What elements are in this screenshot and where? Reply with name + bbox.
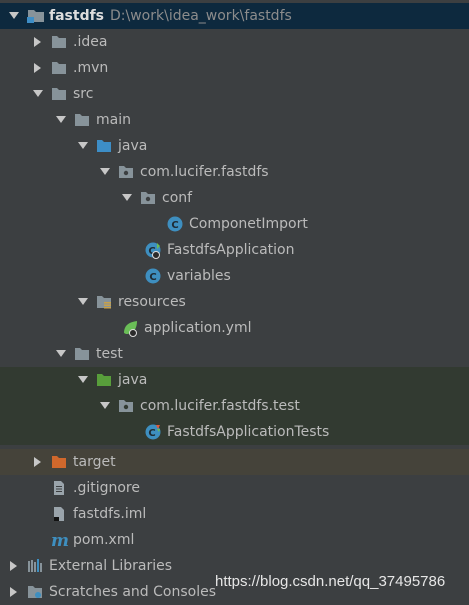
tree-label-fastdfs-application-tests: FastdfsApplicationTests <box>167 424 330 440</box>
tree-node-src[interactable]: src <box>0 81 469 107</box>
tree-label-resources: resources <box>118 294 186 310</box>
tree-node-pom-xml[interactable]: m pom.xml <box>0 527 469 553</box>
svg-text:C: C <box>148 428 155 439</box>
resources-folder-icon <box>96 294 112 310</box>
chevron-down-icon[interactable] <box>56 115 66 125</box>
source-folder-icon <box>96 138 112 154</box>
test-source-folder-icon <box>96 372 112 388</box>
tree-node-fastdfs-iml[interactable]: fastdfs.iml <box>0 501 469 527</box>
library-icon <box>27 558 43 574</box>
chevron-right-icon[interactable] <box>33 457 43 467</box>
folder-icon <box>74 112 90 128</box>
tree-node-test-package[interactable]: com.lucifer.fastdfs.test <box>0 393 469 419</box>
folder-icon <box>51 60 67 76</box>
tree-node-variables[interactable]: C variables <box>0 263 469 289</box>
chevron-right-icon[interactable] <box>9 561 19 571</box>
tree-label-scratches: Scratches and Consoles <box>49 584 216 600</box>
tree-node-fastdfs-application-tests[interactable]: C FastdfsApplicationTests <box>0 419 469 445</box>
chevron-down-icon[interactable] <box>100 167 110 177</box>
module-file-icon <box>51 506 67 522</box>
tree-label-main-java: java <box>118 138 148 154</box>
chevron-down-icon[interactable] <box>122 193 132 203</box>
scratches-icon <box>27 584 43 600</box>
tree-label-src: src <box>73 86 94 102</box>
tree-label-main-package: com.lucifer.fastdfs <box>140 164 269 180</box>
class-icon: C <box>167 216 183 232</box>
tree-label-fastdfs-application: FastdfsApplication <box>167 242 295 258</box>
project-path: D:\work\idea_work\fastdfs <box>110 8 292 24</box>
tree-node-test-java[interactable]: java <box>0 367 469 393</box>
text-file-icon <box>51 480 67 496</box>
chevron-right-icon[interactable] <box>9 587 19 597</box>
tree-label-conf: conf <box>162 190 193 206</box>
tree-node-resources[interactable]: resources <box>0 289 469 315</box>
maven-icon: m <box>51 532 69 548</box>
tree-label-test-package: com.lucifer.fastdfs.test <box>140 398 300 414</box>
watermark: https://blog.csdn.net/qq_37495786 <box>215 573 446 590</box>
spring-config-icon <box>122 320 138 337</box>
chevron-down-icon[interactable] <box>78 375 88 385</box>
tree-node-fastdfs-application[interactable]: C FastdfsApplication <box>0 237 469 263</box>
tree-label-pom-xml: pom.xml <box>73 532 135 548</box>
tree-label-external-libraries: External Libraries <box>49 558 172 574</box>
tree-label-gitignore: .gitignore <box>73 480 140 496</box>
tree-node-componet-import[interactable]: C ComponetImport <box>0 211 469 237</box>
tree-label-target: target <box>73 454 116 470</box>
tree-label-mvn: .mvn <box>73 60 109 76</box>
module-folder-icon <box>27 8 44 24</box>
class-icon: C <box>145 268 161 284</box>
package-icon <box>118 164 134 180</box>
tree-node-idea[interactable]: .idea <box>0 29 469 55</box>
tree-node-main-java[interactable]: java <box>0 133 469 159</box>
spring-boot-class-icon: C <box>145 242 161 259</box>
tree-label-variables: variables <box>167 268 231 284</box>
tree-node-application-yml[interactable]: application.yml <box>0 315 469 341</box>
folder-icon <box>51 34 67 50</box>
tree-label-test-java: java <box>118 372 148 388</box>
package-icon <box>118 398 134 414</box>
chevron-down-icon[interactable] <box>78 297 88 307</box>
svg-text:m: m <box>51 532 69 548</box>
tree-label-fastdfs-iml: fastdfs.iml <box>73 506 147 522</box>
tree-label-idea: .idea <box>73 34 108 50</box>
test-class-icon: C <box>145 424 161 440</box>
tree-node-test[interactable]: test <box>0 341 469 367</box>
tree-node-conf[interactable]: conf <box>0 185 469 211</box>
chevron-down-icon[interactable] <box>100 401 110 411</box>
chevron-right-icon[interactable] <box>33 63 43 73</box>
package-icon <box>140 190 156 206</box>
chevron-down-icon[interactable] <box>9 11 19 21</box>
chevron-right-icon[interactable] <box>33 37 43 47</box>
tree-node-mvn[interactable]: .mvn <box>0 55 469 81</box>
tree-label-componet-import: ComponetImport <box>189 216 308 232</box>
tree-label-application-yml: application.yml <box>144 320 252 336</box>
tree-label-test: test <box>96 346 123 362</box>
chevron-down-icon[interactable] <box>33 89 43 99</box>
tree-node-main[interactable]: main <box>0 107 469 133</box>
excluded-folder-icon <box>51 454 67 470</box>
chevron-down-icon[interactable] <box>56 349 66 359</box>
svg-text:C: C <box>171 220 178 231</box>
tree-label-root: fastdfs <box>49 8 105 24</box>
folder-icon <box>74 346 90 362</box>
tree-node-gitignore[interactable]: .gitignore <box>0 475 469 501</box>
tree-node-target[interactable]: target <box>0 449 469 475</box>
svg-text:C: C <box>149 272 156 283</box>
tree-node-fastdfs[interactable]: fastdfs D:\work\idea_work\fastdfs <box>0 3 469 29</box>
tree-label-main: main <box>96 112 131 128</box>
folder-icon <box>51 86 67 102</box>
chevron-down-icon[interactable] <box>78 141 88 151</box>
tree-node-main-package[interactable]: com.lucifer.fastdfs <box>0 159 469 185</box>
